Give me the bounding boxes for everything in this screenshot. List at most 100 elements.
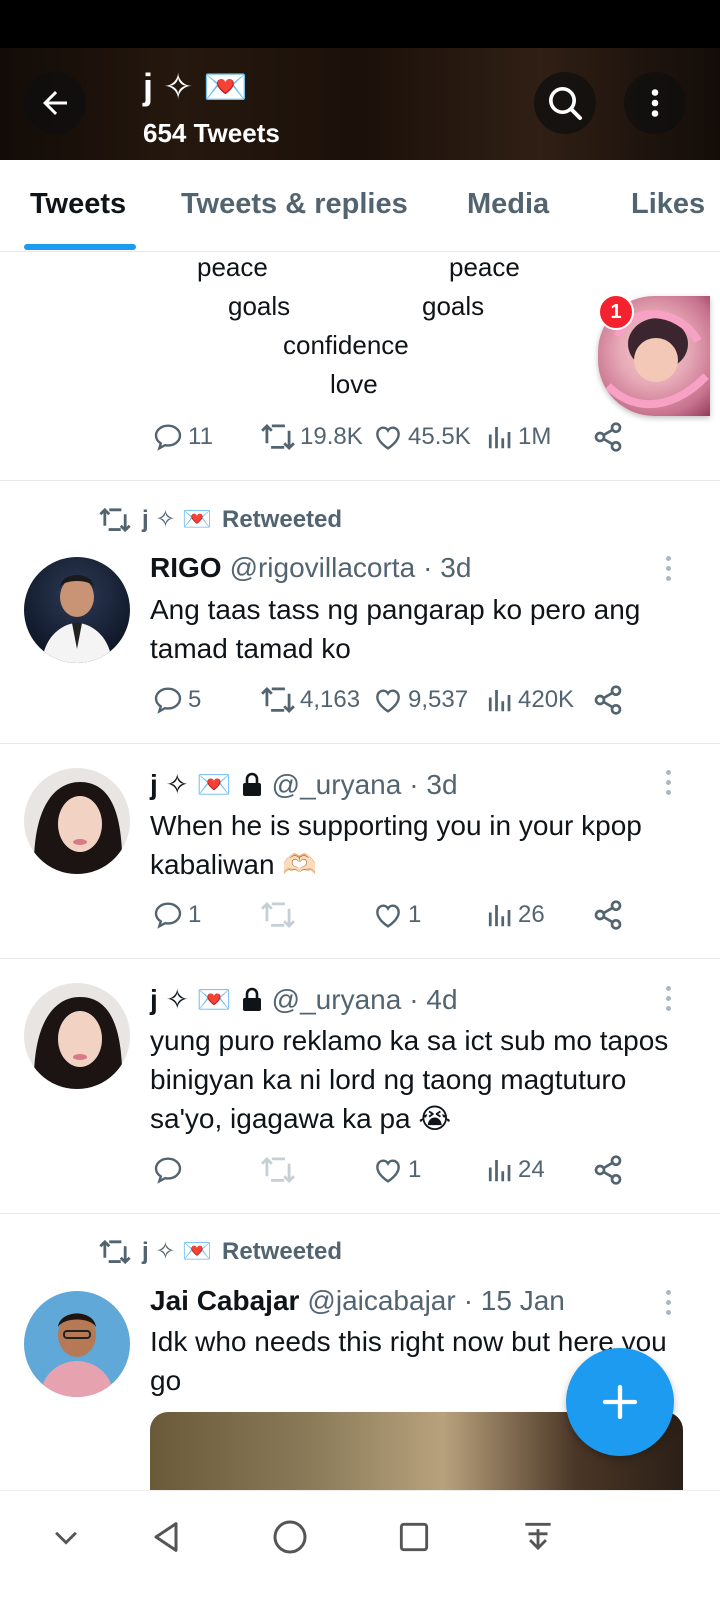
back-button[interactable] [24, 72, 86, 134]
views-button[interactable]: 24 [484, 1154, 545, 1186]
pull-down-icon [525, 1522, 551, 1551]
author-handle[interactable]: @_uryana [272, 769, 402, 801]
share-icon [594, 685, 622, 715]
views-button[interactable]: 26 [484, 899, 545, 931]
retweeted-by-name: j ✧ 💌 [142, 506, 212, 533]
author-name[interactable]: Jai Cabajar [150, 1285, 299, 1317]
poem-line: love [330, 369, 378, 399]
author-name[interactable]: RIGO [150, 552, 222, 584]
triangle-back-icon [154, 1522, 178, 1552]
author-name[interactable]: j ✧ 💌 [150, 983, 232, 1016]
lock-icon [242, 772, 261, 796]
retweet-icon [261, 901, 295, 929]
tab-media[interactable]: Media [467, 188, 549, 221]
header-display-name: j ✧ 💌 [143, 66, 248, 107]
reply-count: 1 [188, 901, 202, 928]
heart-icon [376, 904, 400, 928]
author-name[interactable]: j ✧ 💌 [150, 768, 232, 801]
tweet-text: Ang taas tass ng pangarap ko pero ang ta… [150, 594, 641, 664]
views-button[interactable]: 420K [484, 684, 574, 716]
view-count: 26 [518, 901, 545, 928]
poem-line: peace [197, 252, 268, 282]
retweet-icon [99, 507, 131, 532]
reply-button[interactable] [152, 1154, 184, 1186]
retweet-button-disabled [260, 899, 296, 931]
share-button[interactable] [592, 421, 624, 453]
tweet-divider [0, 480, 720, 481]
retweeted-label: Retweeted [222, 1237, 343, 1265]
circle-home-icon [273, 1520, 307, 1554]
retweeted-by-name: j ✧ 💌 [142, 1238, 212, 1265]
notification-pull-down-button[interactable] [508, 1507, 568, 1567]
reply-icon [154, 1157, 182, 1184]
share-button[interactable] [592, 684, 624, 716]
reply-button[interactable]: 5 [152, 684, 201, 716]
reply-icon [154, 424, 182, 451]
reply-button[interactable]: 11 [152, 421, 213, 453]
compose-tweet-button[interactable] [566, 1348, 674, 1456]
author-handle[interactable]: @rigovillacorta [230, 552, 416, 584]
nav-home-button[interactable] [260, 1507, 320, 1567]
tweet-more-button[interactable] [664, 986, 672, 1011]
tweet-text: When he is supporting you in your kpop k… [150, 810, 642, 880]
active-tab-indicator [24, 244, 136, 250]
tab-tweets[interactable]: Tweets [30, 188, 126, 221]
retweet-button[interactable]: 4,163 [260, 684, 360, 716]
retweet-icon [261, 423, 295, 451]
lock-icon [242, 987, 261, 1011]
author-handle[interactable]: @_uryana [272, 984, 402, 1016]
nav-recents-button[interactable] [384, 1507, 444, 1567]
tweet-timestamp: · 4d [409, 983, 458, 1015]
share-button[interactable] [592, 1154, 624, 1186]
like-button[interactable]: 9,537 [372, 684, 468, 716]
system-navigation-bar [0, 1490, 720, 1600]
poem-line: goals [228, 291, 291, 321]
notification-badge: 1 [598, 294, 634, 330]
avatar[interactable] [24, 983, 130, 1089]
share-icon [594, 422, 622, 452]
avatar[interactable] [24, 557, 130, 663]
heart-icon [376, 1159, 400, 1183]
analytics-icon [488, 1160, 511, 1182]
like-button[interactable]: 45.5K [372, 421, 471, 453]
more-options-button[interactable] [624, 72, 686, 134]
views-button[interactable]: 1M [484, 421, 551, 453]
tweet-divider [0, 743, 720, 744]
retweet-context: j ✧ 💌 Retweeted [98, 505, 342, 534]
avatar[interactable] [24, 768, 130, 874]
like-count: 1 [408, 1156, 422, 1183]
poem-line: goals [422, 291, 485, 321]
nav-back-button[interactable] [136, 1507, 196, 1567]
tweet-more-button[interactable] [664, 770, 672, 795]
search-button[interactable] [534, 72, 596, 134]
retweet-button[interactable]: 19.8K [260, 421, 363, 453]
like-button[interactable]: 1 [372, 899, 421, 931]
tweet-more-button[interactable] [664, 556, 672, 581]
retweet-context: j ✧ 💌 Retweeted [98, 1237, 342, 1266]
retweet-icon [261, 686, 295, 714]
reply-count: 5 [188, 686, 202, 713]
like-count: 9,537 [408, 686, 469, 713]
retweeted-label: Retweeted [222, 505, 343, 533]
tweet-timestamp: · 15 Jan [463, 1285, 565, 1316]
tweet-more-button[interactable] [664, 1290, 672, 1315]
view-count: 420K [518, 686, 575, 713]
reply-button[interactable]: 1 [152, 899, 201, 931]
tweet-actions: 5 4,163 9,537 420K [0, 684, 720, 724]
author-handle[interactable]: @jaicabajar [307, 1285, 455, 1317]
tab-tweets-and-replies[interactable]: Tweets & replies [181, 188, 408, 221]
like-button[interactable]: 1 [372, 1154, 421, 1186]
view-count: 24 [518, 1156, 545, 1183]
retweet-button-disabled [260, 1154, 296, 1186]
tab-likes[interactable]: Likes [631, 188, 705, 221]
avatar[interactable] [24, 1291, 130, 1397]
search-icon [549, 87, 582, 120]
tweet-timestamp: · 3d [423, 552, 472, 583]
collapse-nav-button[interactable] [36, 1507, 96, 1567]
tweet-actions: 1 1 26 [0, 899, 720, 939]
share-icon [594, 1155, 622, 1185]
like-count: 1 [408, 901, 422, 928]
share-button[interactable] [592, 899, 624, 931]
tweet-divider [0, 958, 720, 959]
share-icon [594, 900, 622, 930]
